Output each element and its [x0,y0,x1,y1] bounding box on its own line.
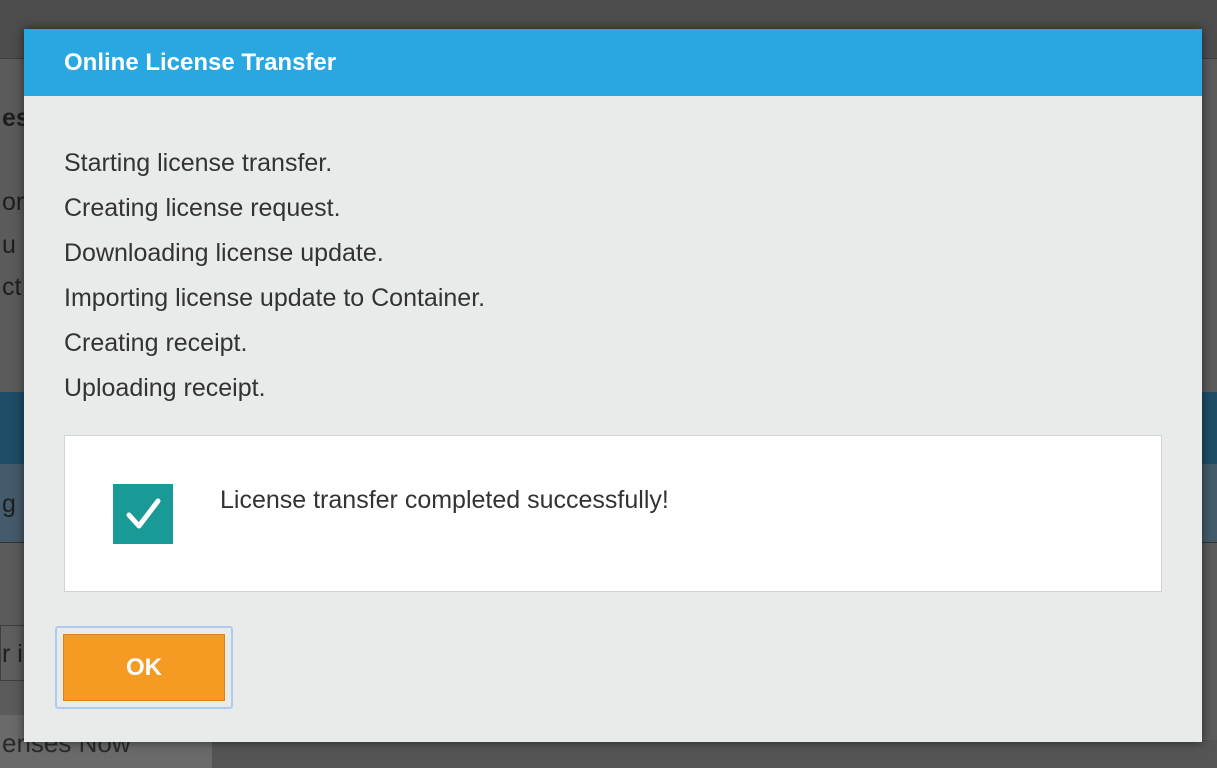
background-text: u [2,231,16,259]
result-message: License transfer completed successfully! [220,486,669,514]
ok-button[interactable]: OK [63,634,225,701]
log-line: Creating receipt. [64,329,248,357]
log-line: Importing license update to Container. [64,284,486,312]
result-panel: License transfer completed successfully! [64,435,1162,592]
background-text: or [2,188,25,216]
background-text: ct [2,273,22,301]
dialog-title: Online License Transfer [64,49,337,76]
background-text: g [2,490,16,518]
log-line: Uploading receipt. [64,374,266,402]
log-line: Downloading license update. [64,239,384,267]
transfer-log: Starting license transfer. Creating lice… [64,141,485,411]
log-line: Starting license transfer. [64,149,333,177]
ok-button-focus-ring: OK [55,626,233,709]
license-transfer-dialog: Online License Transfer Starting license… [24,29,1202,742]
background-text: r i [2,640,23,668]
check-icon [113,484,173,544]
log-line: Creating license request. [64,194,341,222]
dialog-header: Online License Transfer [24,29,1202,96]
